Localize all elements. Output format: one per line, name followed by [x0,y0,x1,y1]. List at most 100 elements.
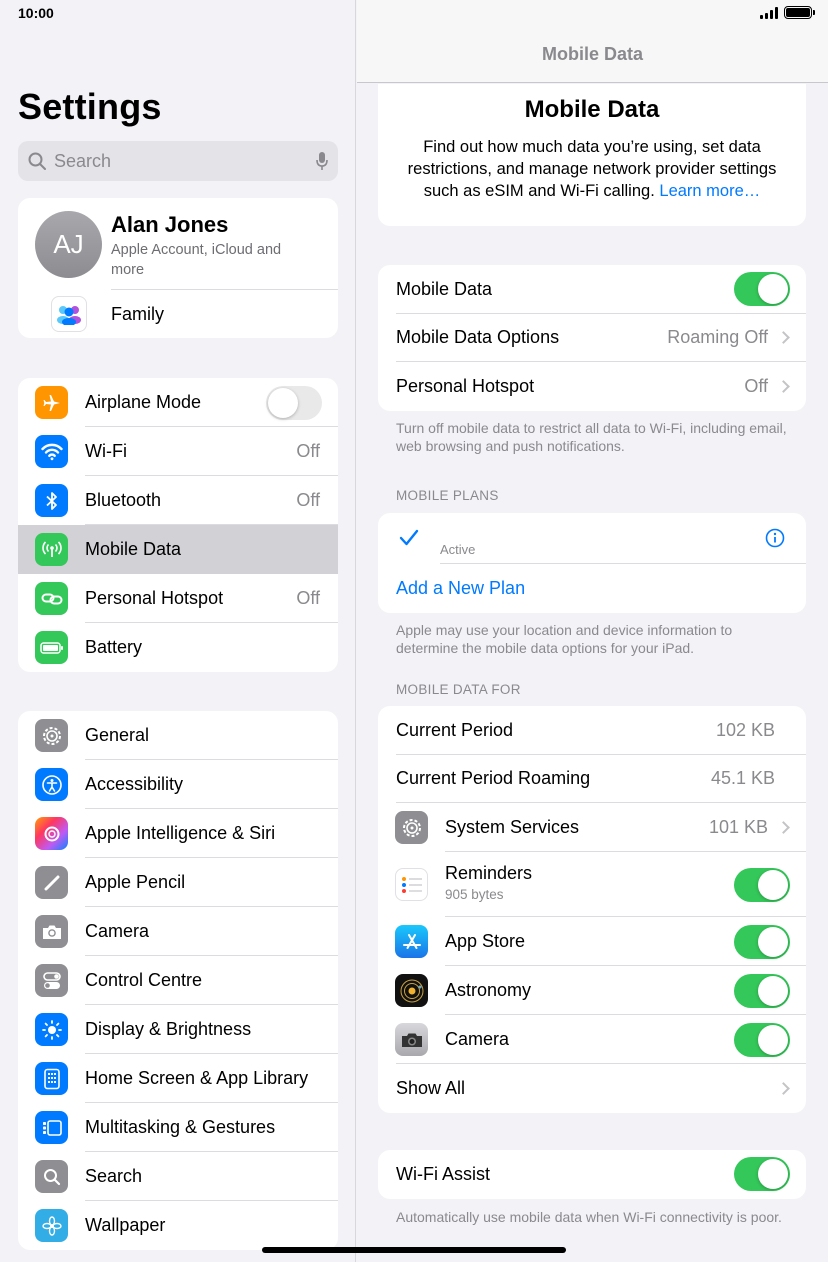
ipad-screen: 10:00 Settings Search AJ Alan Jones Appl… [0,0,828,1262]
mobile-data-row[interactable]: Mobile Data [378,265,806,314]
general-group: General Accessibility Apple Intelligence… [18,711,338,1250]
usage-card: Current Period 102 KB Current Period Roa… [378,706,806,1113]
switches-icon [35,964,68,997]
hero-title: Mobile Data [524,96,660,123]
app-name: Astronomy [445,980,532,1000]
status-icons [760,6,815,19]
sidebar-item-label: Search [85,1166,143,1186]
wifi-assist-row[interactable]: Wi-Fi Assist [378,1150,806,1199]
system-services-row[interactable]: System Services 101 KB [378,803,806,852]
family-label: Family [111,303,164,324]
gear-icon [395,811,428,844]
camera-icon [395,1023,428,1056]
account-subtitle: Apple Account, iCloud and more [111,242,282,278]
sidebar-item-multitasking[interactable]: Multitasking & Gestures [18,1103,338,1152]
astronomy-toggle[interactable] [734,974,790,1008]
active-plan-row[interactable]: Active [378,513,806,564]
sidebar-item-label: Wi-Fi [85,441,127,461]
sidebar-item-label: Personal Hotspot [85,588,224,608]
camera-toggle[interactable] [734,1023,790,1057]
search-field[interactable]: Search [18,141,338,181]
family-icon [51,296,87,332]
sidebar-item-home-screen[interactable]: Home Screen & App Library [18,1054,338,1103]
app-name: Reminders [445,863,533,883]
sidebar-title: Settings [18,86,162,127]
link-icon [35,582,68,615]
wifi-assist-toggle[interactable] [734,1157,790,1192]
connectivity-group: Airplane Mode Wi-Fi Off Bluetooth Off Mo… [18,378,338,672]
astronomy-icon [395,974,428,1007]
mobile-data-options-row[interactable]: Mobile Data Options Roaming Off [378,314,806,362]
sidebar-item-label: Airplane Mode [85,392,202,412]
flower-icon [35,1209,68,1242]
sidebar-item-apple-intelligence[interactable]: Apple Intelligence & Siri [18,809,338,858]
mobile-data-settings-card: Mobile Data Mobile Data Options Roaming … [378,265,806,411]
home-screen-icon [35,1062,68,1095]
roaming-period-value: 45.1 KB [710,768,775,789]
add-plan-link[interactable]: Add a New Plan [396,578,525,599]
hotspot-value: Off [744,375,768,396]
sidebar-item-apple-pencil[interactable]: Apple Pencil [18,858,338,907]
microphone-icon[interactable] [316,151,328,171]
settings-sidebar: 10:00 Settings Search AJ Alan Jones Appl… [0,0,356,1262]
row-label: Wi-Fi Assist [396,1163,490,1184]
app-usage: 905 bytes [445,887,504,902]
wifi-value: Off [296,441,320,461]
sidebar-item-mobile-data[interactable]: Mobile Data [18,525,338,574]
sidebar-item-display-brightness[interactable]: Display & Brightness [18,1005,338,1054]
sidebar-item-camera[interactable]: Camera [18,907,338,956]
sidebar-item-wifi[interactable]: Wi-Fi Off [18,427,338,476]
sidebar-item-label: Battery [85,637,143,657]
bluetooth-value: Off [296,490,320,510]
usage-header: MOBILE DATA FOR [396,682,521,697]
home-indicator[interactable] [262,1247,566,1253]
mobile-data-footer: Turn off mobile data to restrict all dat… [396,420,787,454]
chevron-right-icon [777,331,790,345]
sidebar-item-personal-hotspot[interactable]: Personal Hotspot Off [18,574,338,623]
row-label: Mobile Data [396,278,493,299]
battery-status-icon [784,6,815,19]
app-store-toggle[interactable] [734,925,790,959]
family-row[interactable]: Family [18,290,338,338]
sidebar-item-search[interactable]: Search [18,1152,338,1201]
sidebar-item-label: Multitasking & Gestures [85,1117,276,1137]
sidebar-item-battery[interactable]: Battery [18,623,338,672]
app-name: Camera [445,1029,510,1049]
current-period-value: 102 KB [715,719,775,740]
learn-more-link[interactable]: Learn more… [659,182,760,200]
multitasking-icon [35,1111,68,1144]
accessibility-icon [35,768,68,801]
sidebar-item-label: Apple Pencil [85,872,186,892]
mobile-plans-card: Active Add a New Plan [378,513,806,613]
sidebar-item-label: Camera [85,921,150,941]
sidebar-item-label: Home Screen & App Library [85,1068,309,1088]
reminders-toggle[interactable] [734,868,790,902]
show-all-row[interactable]: Show All [378,1064,806,1113]
sidebar-item-general[interactable]: General [18,711,338,760]
row-label: Personal Hotspot [396,375,535,396]
account-row[interactable]: AJ Alan Jones Apple Account, iCloud and … [18,198,338,290]
sidebar-item-control-centre[interactable]: Control Centre [18,956,338,1005]
search-icon [28,152,46,170]
sidebar-item-bluetooth[interactable]: Bluetooth Off [18,476,338,525]
sidebar-item-label: Display & Brightness [85,1019,252,1039]
sidebar-item-label: Control Centre [85,970,203,990]
sidebar-item-label: Accessibility [85,774,184,794]
app-store-icon [395,925,428,958]
personal-hotspot-row[interactable]: Personal Hotspot Off [378,362,806,411]
mobile-data-toggle[interactable] [734,272,790,307]
app-row-reminders: Reminders 905 bytes [378,852,806,917]
info-icon[interactable] [765,528,785,548]
app-row-camera: Camera [378,1015,806,1064]
sidebar-item-wallpaper[interactable]: Wallpaper [18,1201,338,1250]
sidebar-item-airplane-mode[interactable]: Airplane Mode [18,378,338,427]
add-plan-row[interactable]: Add a New Plan [378,564,806,613]
chevron-right-icon [777,379,790,393]
sidebar-item-accessibility[interactable]: Accessibility [18,760,338,809]
system-services-value: 101 KB [708,817,768,837]
airplane-mode-toggle[interactable] [266,385,322,420]
app-name: App Store [445,931,526,951]
row-label: Mobile Data Options [396,327,560,348]
antenna-icon [35,533,68,566]
avatar: AJ [35,211,102,278]
